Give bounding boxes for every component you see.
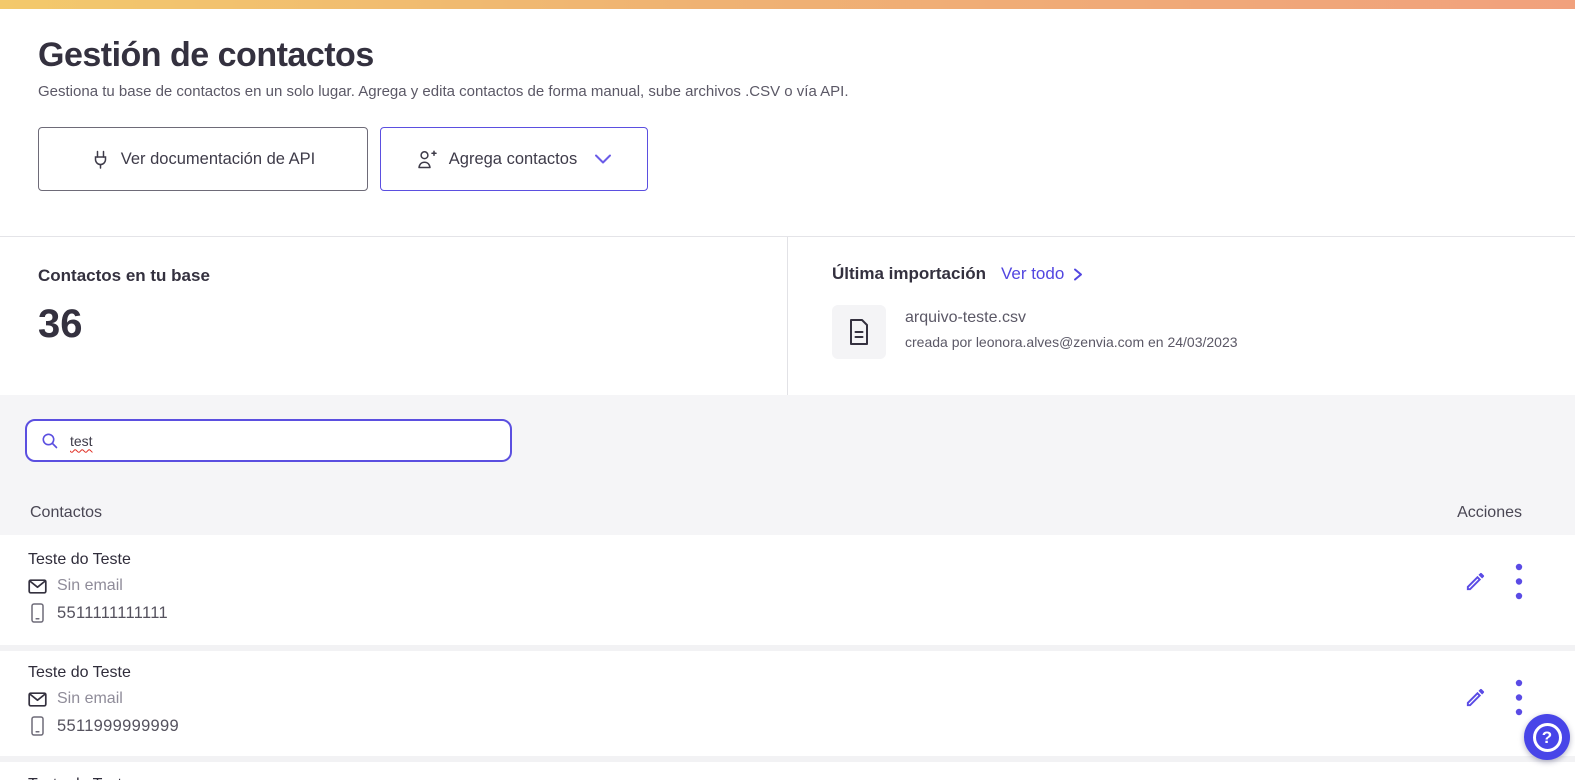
contact-row[interactable]: Teste do Teste Sin email 5511111111111 (0, 535, 1575, 645)
add-contacts-button[interactable]: Agrega contactos (380, 127, 648, 191)
contact-name: Teste do Teste (28, 664, 131, 681)
pencil-icon (1464, 686, 1487, 709)
add-contacts-label: Agrega contactos (448, 149, 578, 168)
contact-phone: 5511999999999 (57, 716, 179, 735)
last-import-item[interactable]: arquivo-teste.csv creada por leonora.alv… (832, 305, 1575, 359)
contact-name: Teste do Teste (28, 776, 1575, 780)
view-all-link[interactable]: Ver todo (1001, 264, 1084, 284)
user-plus-icon (416, 149, 438, 170)
smartphone-icon (28, 716, 47, 736)
mail-icon (28, 691, 47, 707)
plug-icon (91, 149, 110, 170)
toolbar: Ver documentación de API Agrega contacto… (38, 127, 1575, 191)
smartphone-icon (28, 603, 47, 623)
contact-phone: 5511111111111 (57, 603, 168, 622)
page-subtitle: Gestiona tu base de contactos en un solo… (38, 83, 849, 100)
last-import-title: Última importación (832, 264, 986, 283)
stats-band: Contactos en tu base 36 Última importaci… (0, 236, 1575, 395)
last-import-panel: Última importación Ver todo arquivo-test… (788, 237, 1575, 395)
contact-email: Sin email (57, 690, 123, 707)
edit-contact-button[interactable] (1462, 684, 1489, 711)
search-input-value: test (70, 432, 93, 449)
top-gradient-bar (0, 0, 1575, 9)
edit-contact-button[interactable] (1462, 568, 1489, 595)
page-title: Gestión de contactos (38, 36, 374, 74)
import-file-name: arquivo-teste.csv (905, 309, 1026, 326)
file-icon (832, 305, 886, 359)
pencil-icon (1464, 570, 1487, 593)
help-button[interactable]: ? (1524, 714, 1570, 760)
chevron-right-icon (1072, 267, 1084, 282)
contacts-count-panel: Contactos en tu base 36 (0, 237, 788, 395)
view-api-docs-button[interactable]: Ver documentación de API (38, 127, 368, 191)
view-all-label: Ver todo (1000, 264, 1065, 283)
search-icon (41, 432, 59, 450)
contacts-count-label: Contactos en tu base (38, 266, 210, 285)
contact-email: Sin email (57, 577, 123, 594)
kebab-menu-icon (1515, 563, 1523, 600)
chevron-down-icon (594, 153, 612, 165)
kebab-menu-icon (1515, 679, 1523, 716)
import-file-meta: creada por leonora.alves@zenvia.com en 2… (905, 334, 1238, 350)
contacts-management-page: Gestión de contactos Gestiona tu base de… (0, 0, 1575, 780)
contacts-count-value: 36 (38, 302, 83, 346)
filter-band: test Contactos Acciones (0, 395, 1575, 535)
table-header-contacts: Contactos (30, 504, 103, 521)
more-actions-button[interactable] (1513, 677, 1525, 718)
question-mark-icon: ? (1532, 722, 1562, 752)
contact-row[interactable]: Teste do Teste (0, 762, 1575, 780)
view-api-docs-label: Ver documentación de API (120, 149, 316, 168)
table-header-actions: Acciones (1457, 504, 1522, 521)
search-input[interactable]: test (25, 419, 512, 462)
contact-name: Teste do Teste (28, 551, 131, 568)
page-header: Gestión de contactos Gestiona tu base de… (0, 9, 1575, 101)
contact-row[interactable]: Teste do Teste Sin email 5511999999999 (0, 651, 1575, 756)
more-actions-button[interactable] (1513, 561, 1525, 602)
mail-icon (28, 578, 47, 594)
